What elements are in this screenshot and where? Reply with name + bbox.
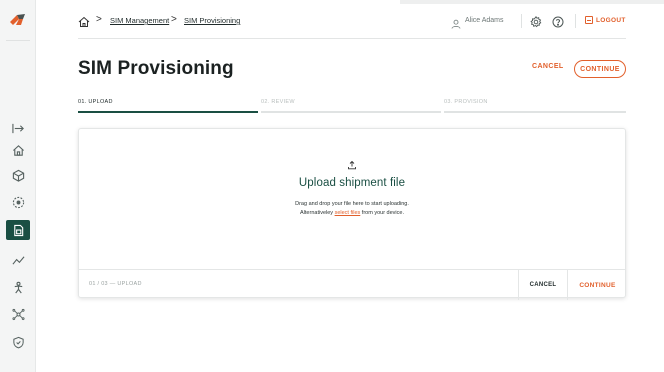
user-name[interactable]: Alice Adams: [465, 17, 504, 24]
top-strip: [400, 0, 664, 4]
breadcrumb-sim-management[interactable]: SIM Management: [110, 16, 169, 25]
step-provision-label: 03. PROVISION: [444, 99, 488, 105]
upload-alt-suffix: from your device.: [361, 210, 404, 216]
logout-button[interactable]: LOGOUT: [585, 16, 626, 24]
upload-alternative: Alternativeley select files from your de…: [79, 209, 625, 218]
breadcrumb-sim-provisioning[interactable]: SIM Provisioning: [184, 16, 240, 25]
step-provision-bar: [444, 111, 626, 113]
upload-instruction: Drag and drop your file here to start up…: [295, 201, 409, 207]
step-review-bar: [261, 111, 441, 113]
step-progress-text: 01 / 03 — UPLOAD: [89, 281, 142, 287]
shield-icon[interactable]: [6, 332, 30, 352]
breadcrumb-separator: >: [96, 14, 102, 25]
divider: [521, 14, 522, 28]
help-icon[interactable]: [552, 15, 564, 28]
analytics-icon[interactable]: [6, 250, 30, 270]
cancel-button[interactable]: CANCEL: [532, 63, 564, 70]
network-icon[interactable]: [6, 304, 30, 324]
upload-title: Upload shipment file: [298, 177, 406, 189]
upload-card: Upload shipment file Drag and drop your …: [78, 128, 627, 300]
sidebar-divider: [6, 40, 30, 41]
sidebar: [0, 0, 36, 372]
page-title: SIM Provisioning: [78, 58, 234, 79]
step-upload-label: 01. UPLOAD: [78, 99, 113, 105]
user-icon: [451, 16, 461, 29]
upload-alt-prefix: Alternativeley: [300, 210, 334, 216]
top-bar: > SIM Management > SIM Provisioning Alic…: [78, 11, 626, 39]
gear-icon[interactable]: [530, 15, 542, 28]
home-breadcrumb-icon[interactable]: [78, 15, 90, 27]
divider: [575, 14, 576, 28]
step-review-label: 02. REVIEW: [261, 99, 295, 105]
select-files-link[interactable]: select files: [335, 210, 361, 216]
cube-icon[interactable]: [6, 165, 30, 185]
logout-label: LOGOUT: [596, 16, 626, 24]
upload-description: Drag and drop your file here to start up…: [79, 200, 625, 218]
logo-icon[interactable]: [8, 10, 28, 30]
footer-continue-button[interactable]: CONTINUE: [567, 270, 627, 300]
logout-icon: [585, 16, 593, 24]
radar-icon[interactable]: [6, 192, 30, 212]
card-footer: 01 / 03 — UPLOAD CANCEL CONTINUE: [79, 269, 627, 300]
continue-button[interactable]: CONTINUE: [574, 60, 626, 78]
footer-cancel-button[interactable]: CANCEL: [518, 270, 567, 300]
breadcrumb-separator: >: [171, 14, 177, 25]
person-icon[interactable]: [6, 277, 30, 297]
home-icon[interactable]: [6, 140, 30, 160]
sim-card-icon[interactable]: [6, 220, 30, 240]
step-upload-bar: [78, 111, 258, 113]
upload-icon[interactable]: [347, 157, 357, 170]
expand-icon[interactable]: [6, 118, 30, 138]
